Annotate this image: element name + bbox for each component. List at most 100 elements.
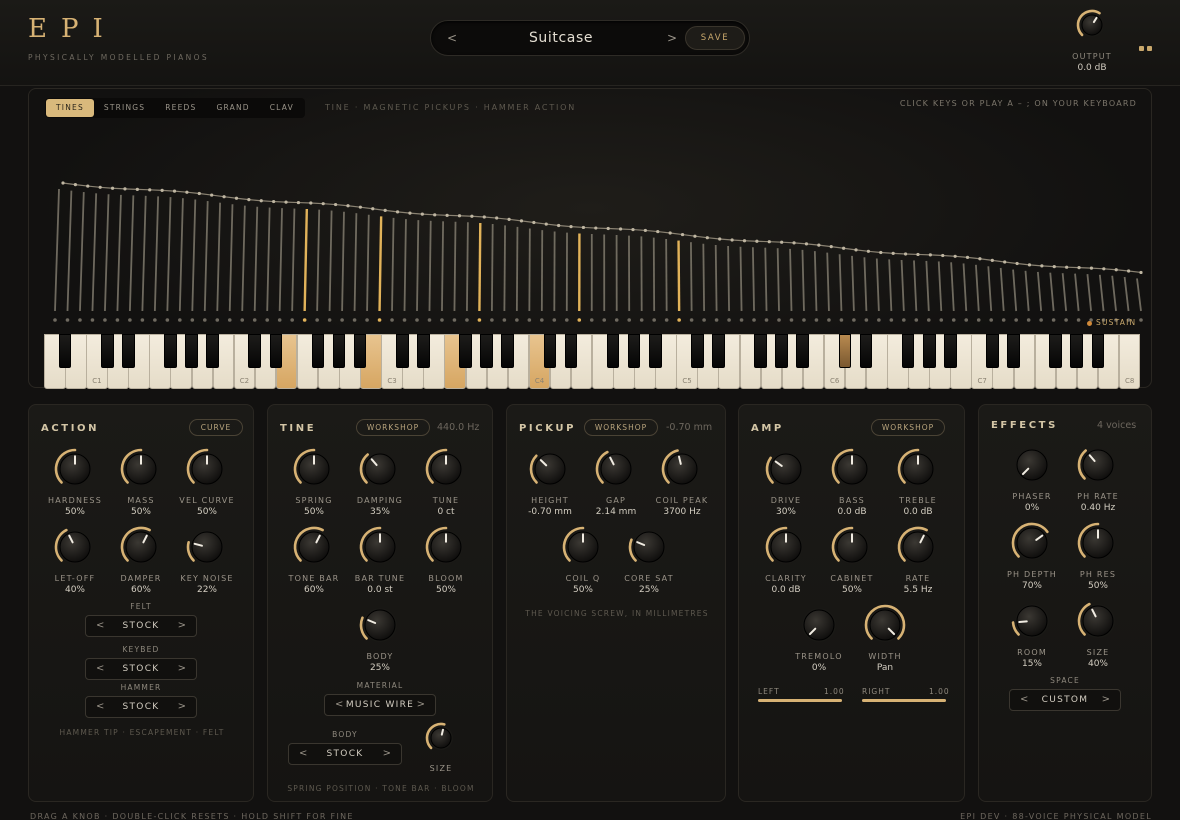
pickup-dot	[90, 318, 95, 322]
bloom-value: 50%	[435, 585, 456, 595]
black-key[interactable]	[58, 334, 72, 368]
app-subtitle: PHYSICALLY MODELLED PIANOS	[28, 53, 210, 62]
pickup-dot	[265, 318, 270, 322]
black-key[interactable]	[164, 334, 177, 368]
keybed-next-button[interactable]: >	[178, 663, 186, 674]
black-key[interactable]	[922, 334, 936, 368]
material-label: MATERIAL	[356, 681, 404, 690]
felt-next-button[interactable]: >	[178, 620, 186, 631]
tine-tip	[718, 237, 722, 241]
black-key[interactable]	[775, 334, 788, 368]
white-key[interactable]: C8	[1118, 334, 1141, 389]
tine-tip	[941, 253, 945, 258]
body-next-button[interactable]: >	[383, 748, 391, 759]
curve-button[interactable]: CURVE	[189, 419, 243, 436]
black-key[interactable]	[986, 334, 999, 368]
black-key[interactable]	[564, 334, 578, 368]
black-key[interactable]	[501, 334, 514, 368]
black-key[interactable]	[395, 334, 409, 368]
black-key[interactable]	[838, 334, 852, 368]
black-key[interactable]	[627, 334, 641, 368]
save-button[interactable]: SAVE	[685, 26, 745, 50]
body-knob[interactable]	[340, 603, 420, 647]
black-key[interactable]	[1091, 334, 1105, 368]
output-knob[interactable]	[1068, 8, 1116, 46]
size-knob[interactable]	[1058, 599, 1138, 643]
left-level-bar[interactable]	[758, 699, 842, 702]
black-key[interactable]	[859, 334, 873, 368]
black-key[interactable]	[332, 334, 346, 368]
vel-curve-knob[interactable]	[167, 447, 247, 491]
black-key[interactable]	[121, 334, 135, 368]
black-key[interactable]	[691, 334, 704, 368]
black-key[interactable]	[1007, 334, 1020, 368]
rate-knob[interactable]	[878, 525, 958, 569]
black-key[interactable]	[754, 334, 767, 368]
black-key[interactable]	[1049, 334, 1062, 368]
coil-peak-knob[interactable]	[642, 447, 722, 491]
tab-reeds[interactable]: REEDS	[155, 99, 206, 117]
pickup-dot	[202, 318, 207, 322]
width-knob[interactable]	[845, 603, 925, 647]
tine-tip	[383, 208, 387, 213]
black-key[interactable]	[248, 334, 262, 368]
tine	[153, 196, 160, 312]
bloom-knob[interactable]	[406, 525, 486, 569]
black-key[interactable]	[480, 334, 493, 368]
hammer-next-button[interactable]: >	[178, 701, 186, 712]
black-key[interactable]	[185, 334, 198, 368]
pickup-dot	[477, 318, 482, 322]
tine-tip	[631, 227, 635, 232]
black-key[interactable]	[459, 334, 472, 368]
black-key[interactable]	[206, 334, 219, 368]
pickup-dot	[427, 318, 432, 322]
pickup-dot	[926, 318, 931, 322]
tine	[191, 199, 197, 312]
tine-tip	[1114, 268, 1118, 272]
ph-rate-label: PH RATE	[1077, 492, 1119, 501]
black-key[interactable]	[353, 334, 367, 368]
tab-grand[interactable]: GRAND	[207, 99, 260, 117]
treble-knob[interactable]	[878, 447, 958, 491]
black-key[interactable]	[796, 334, 810, 368]
size-knob[interactable]	[421, 721, 461, 759]
amp-workshop-button[interactable]: WORKSHOP	[871, 419, 945, 436]
black-key[interactable]	[100, 334, 114, 368]
pickup-dot	[165, 318, 170, 322]
preset-name[interactable]: Suitcase	[491, 30, 631, 46]
pickup-workshop-button[interactable]: WORKSHOP	[584, 419, 658, 436]
ph-rate-knob[interactable]	[1058, 443, 1138, 487]
material-next-button[interactable]: >	[417, 699, 425, 710]
pickup-dot	[727, 318, 731, 322]
black-key[interactable]	[901, 334, 915, 368]
tine-workshop-button[interactable]: WORKSHOP	[356, 419, 430, 436]
black-key[interactable]	[269, 334, 283, 368]
piano-keyboard: C1 C2 C3 C4 C5 C6 C7 C8	[44, 334, 1141, 389]
tune-knob[interactable]	[406, 447, 486, 491]
tine-tip	[1139, 270, 1143, 275]
key-noise-knob[interactable]	[167, 525, 247, 569]
core-sat-knob[interactable]	[609, 525, 689, 569]
ph-res-knob[interactable]	[1058, 521, 1138, 565]
pickup-dot	[552, 318, 557, 322]
black-key[interactable]	[543, 334, 557, 368]
tab-strings[interactable]: STRINGS	[94, 99, 155, 117]
right-level-bar[interactable]	[862, 699, 946, 702]
black-key[interactable]	[712, 334, 725, 368]
black-key[interactable]	[943, 334, 957, 368]
pickup-dot	[315, 318, 319, 322]
tab-clav[interactable]: CLAV	[260, 99, 304, 117]
prev-preset-button[interactable]: <	[447, 31, 457, 45]
tine	[141, 195, 147, 312]
black-key[interactable]	[1070, 334, 1084, 368]
sustain-indicator[interactable]: SUSTAIN	[1087, 318, 1136, 327]
tab-tines[interactable]: TINES	[46, 99, 94, 117]
space-next-button[interactable]: >	[1102, 694, 1110, 705]
pickup-dot	[178, 318, 182, 322]
next-preset-button[interactable]: >	[667, 31, 677, 45]
black-key[interactable]	[417, 334, 430, 368]
black-key[interactable]	[311, 334, 325, 368]
black-key[interactable]	[648, 334, 662, 368]
black-key[interactable]	[606, 334, 620, 368]
menu-icon[interactable]	[1139, 46, 1155, 52]
